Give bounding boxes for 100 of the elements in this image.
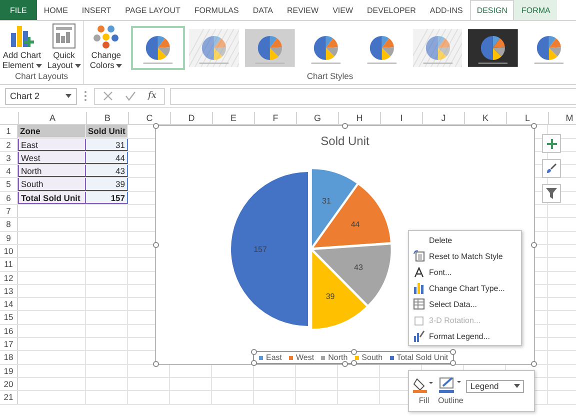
row-header[interactable]: 18 bbox=[0, 351, 18, 364]
row-header[interactable]: 10 bbox=[0, 244, 18, 258]
table-cell[interactable]: Zone bbox=[18, 125, 86, 138]
ribbon-tab[interactable]: DEVELOPER bbox=[360, 0, 423, 20]
outline-button[interactable]: Outline bbox=[438, 377, 464, 405]
ribbon-tab[interactable]: PAGE LAYOUT bbox=[118, 0, 188, 20]
table-cell[interactable]: North bbox=[18, 165, 86, 178]
table-cell[interactable]: 43 bbox=[86, 165, 128, 178]
pie-slice[interactable] bbox=[314, 244, 391, 306]
row-header[interactable]: 17 bbox=[0, 338, 18, 350]
group-label: Chart Layouts bbox=[14, 71, 69, 83]
drag-handle-icon[interactable] bbox=[84, 90, 87, 102]
caret-icon bbox=[74, 64, 81, 68]
insert-function-button[interactable]: fx bbox=[148, 91, 156, 101]
row-header[interactable]: 13 bbox=[0, 284, 18, 298]
ribbon-tab[interactable]: HOME bbox=[36, 0, 75, 20]
data-label: 31 bbox=[322, 196, 331, 206]
menu-item[interactable]: Format Legend... bbox=[409, 328, 521, 344]
table-cell[interactable]: 39 bbox=[86, 178, 128, 191]
menu-item[interactable]: Change Chart Type... bbox=[409, 280, 521, 296]
ribbon-tab[interactable]: REVIEW bbox=[280, 0, 326, 20]
table-cell[interactable]: 157 bbox=[86, 192, 128, 204]
group-label: Chart Styles bbox=[306, 71, 354, 83]
plus-icon bbox=[546, 138, 556, 148]
selection-handle[interactable] bbox=[342, 123, 348, 130]
menu-item[interactable]: Font... bbox=[409, 264, 521, 280]
table-cell[interactable]: East bbox=[18, 138, 86, 151]
row-header[interactable]: 20 bbox=[0, 378, 18, 390]
row-header[interactable]: 9 bbox=[0, 232, 18, 244]
add-chart-element-button[interactable]: Add Chart Element bbox=[0, 23, 44, 71]
row-header[interactable]: 12 bbox=[0, 272, 18, 284]
table-cell[interactable]: South bbox=[18, 178, 86, 191]
pencil-icon bbox=[438, 377, 463, 393]
menu-item[interactable]: Reset to Match Style bbox=[409, 248, 521, 264]
fill-button[interactable]: Fill bbox=[413, 377, 435, 405]
pie-slice[interactable] bbox=[231, 172, 308, 326]
chart-legend[interactable]: East West North South Total Sold Unit bbox=[253, 351, 454, 364]
quick-layout-button[interactable]: Quick Layout bbox=[45, 23, 83, 71]
legend-label: North bbox=[328, 353, 348, 362]
caret-icon bbox=[514, 384, 520, 388]
caret-icon bbox=[65, 94, 72, 98]
ribbon-tab[interactable]: ADD-INS bbox=[422, 0, 470, 20]
brush-icon bbox=[546, 163, 557, 174]
cube-icon bbox=[413, 314, 425, 326]
add-element-button[interactable] bbox=[542, 134, 561, 153]
ribbon-tab[interactable]: VIEW bbox=[326, 0, 360, 20]
ribbon-tab[interactable]: FORMA bbox=[514, 0, 558, 20]
ribbon-tab[interactable]: FILE bbox=[0, 0, 37, 20]
ribbon-tab[interactable]: FORMULAS bbox=[187, 0, 246, 20]
change-colors-button[interactable]: Change Colors bbox=[84, 23, 128, 71]
color-dots-icon bbox=[93, 23, 120, 49]
selection-handle[interactable] bbox=[153, 123, 159, 130]
ribbon-tab[interactable]: INSERT bbox=[74, 0, 118, 20]
chart-filters-button[interactable] bbox=[542, 184, 561, 203]
chart-style-thumbnail[interactable] bbox=[131, 26, 186, 70]
paint-bucket-icon bbox=[413, 377, 435, 393]
bar-chart-icon bbox=[413, 282, 425, 294]
cancel-icon[interactable] bbox=[103, 91, 113, 101]
table-cell[interactable]: Sold Unit bbox=[86, 125, 128, 138]
pie-slice[interactable] bbox=[312, 252, 366, 330]
letter-icon bbox=[414, 266, 424, 278]
row-header[interactable]: 14 bbox=[0, 298, 18, 310]
checkmark-icon[interactable] bbox=[125, 91, 136, 101]
row-header[interactable]: 19 bbox=[0, 364, 18, 377]
table-cell[interactable]: 31 bbox=[86, 138, 128, 151]
ribbon-tab[interactable]: DATA bbox=[246, 0, 280, 20]
row-header[interactable]: 15 bbox=[0, 311, 18, 324]
legend-label: West bbox=[296, 353, 314, 362]
chart-title: Sold Unit bbox=[320, 134, 370, 148]
menu-item[interactable]: Select Data... bbox=[409, 296, 521, 312]
menu-item[interactable]: Delete bbox=[409, 232, 521, 248]
legend-label: Total Sold Unit bbox=[396, 353, 448, 362]
selection-handle[interactable] bbox=[531, 242, 537, 248]
selection-handle[interactable] bbox=[531, 123, 537, 130]
table-cell[interactable]: West bbox=[18, 152, 86, 164]
filter-icon bbox=[546, 188, 557, 199]
legend-label: East bbox=[266, 353, 282, 362]
data-label: 44 bbox=[350, 220, 360, 230]
ribbon-tab[interactable]: DESIGN bbox=[470, 0, 514, 20]
row-header[interactable]: 7 bbox=[0, 205, 18, 218]
element-dropdown[interactable]: Legend bbox=[466, 380, 524, 392]
data-label: 39 bbox=[326, 292, 335, 302]
data-label: 157 bbox=[254, 245, 267, 254]
formula-input[interactable] bbox=[170, 88, 576, 104]
name-box[interactable]: Chart 2 bbox=[5, 88, 77, 104]
layout-icon bbox=[51, 23, 77, 49]
reset-icon bbox=[413, 250, 425, 262]
table-cell[interactable]: 44 bbox=[86, 152, 128, 164]
row-header[interactable]: 16 bbox=[0, 324, 18, 338]
selection-handle[interactable] bbox=[531, 360, 537, 367]
bar-chart-plus-icon bbox=[9, 23, 35, 49]
paint-icon bbox=[413, 330, 425, 342]
table-icon bbox=[413, 298, 425, 310]
legend-label: South bbox=[362, 353, 383, 362]
row-header[interactable]: 11 bbox=[0, 258, 18, 271]
chart-styles-button[interactable] bbox=[542, 159, 561, 178]
table-cell[interactable]: Total Sold Unit bbox=[18, 192, 86, 204]
row-header[interactable]: 21 bbox=[0, 391, 18, 404]
row-header[interactable]: 8 bbox=[0, 218, 18, 231]
pie-slice[interactable] bbox=[314, 185, 390, 248]
